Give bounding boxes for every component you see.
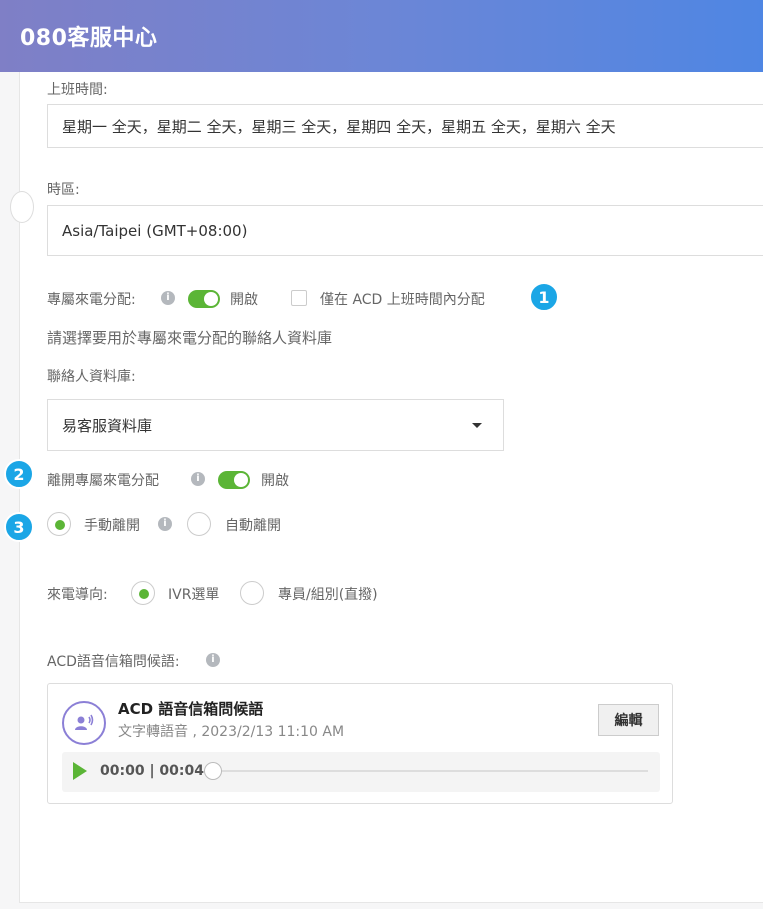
work-hours-label: 上班時間: (47, 82, 108, 98)
contact-db-label: 聯絡人資料庫: (47, 369, 136, 385)
header-bar: 080客服中心 (0, 0, 763, 72)
timezone-field[interactable]: Asia/Taipei (GMT+08:00) (47, 205, 763, 256)
info-icon[interactable]: i (206, 653, 220, 667)
exclusive-distribution-label: 專屬來電分配: (47, 292, 136, 308)
audio-scrubber[interactable] (204, 762, 222, 780)
side-collapse-handle[interactable] (10, 191, 34, 223)
routing-ivr-label: IVR選單 (168, 587, 220, 603)
play-icon[interactable] (73, 762, 87, 780)
leave-distribution-toggle[interactable] (218, 471, 250, 489)
exclusive-distribution-toggle[interactable] (188, 290, 220, 308)
caret-down-icon (472, 423, 482, 428)
greeting-title: ACD 語音信箱問候語 (118, 700, 264, 718)
greeting-subtitle: 文字轉語音 , 2023/2/13 11:10 AM (118, 724, 345, 740)
audio-time: 00:00 | 00:04 (100, 763, 204, 779)
acd-hours-only-checkbox[interactable] (291, 290, 307, 306)
step-badge-1: 1 (529, 282, 559, 312)
leave-distribution-label: 離開專屬來電分配 (47, 473, 159, 489)
app-title: 080客服中心 (20, 26, 158, 51)
auto-leave-radio[interactable] (187, 512, 211, 536)
routing-label: 來電導向: (47, 587, 108, 603)
step-badge-2: 2 (4, 459, 34, 489)
audio-player: 00:00 | 00:04 (62, 752, 660, 792)
voice-user-icon (62, 701, 106, 745)
leave-toggle-state: 開啟 (261, 473, 289, 489)
timezone-label: 時區: (47, 182, 80, 198)
contact-db-value: 易客服資料庫 (62, 416, 153, 435)
routing-direct-label: 專員/組別(直撥) (278, 587, 378, 603)
manual-leave-radio[interactable] (47, 512, 71, 536)
routing-direct-radio[interactable] (240, 581, 264, 605)
auto-leave-label: 自動離開 (225, 518, 281, 534)
info-icon[interactable]: i (158, 517, 172, 531)
info-icon[interactable]: i (191, 472, 205, 486)
acd-greeting-label: ACD語音信箱問候語: (47, 654, 180, 670)
info-icon[interactable]: i (161, 291, 175, 305)
work-hours-value: 星期一 全天，星期二 全天，星期三 全天，星期四 全天，星期五 全天，星期六 全… (62, 117, 616, 136)
acd-hours-only-label: 僅在 ACD 上班時間內分配 (320, 292, 485, 308)
step-badge-3: 3 (4, 512, 34, 542)
edit-button[interactable]: 編輯 (598, 704, 659, 736)
exclusive-toggle-state: 開啟 (230, 292, 258, 308)
timezone-value: Asia/Taipei (GMT+08:00) (62, 221, 248, 240)
acd-greeting-card: ACD 語音信箱問候語 文字轉語音 , 2023/2/13 11:10 AM 編… (47, 683, 673, 804)
audio-track[interactable] (210, 770, 648, 772)
manual-leave-label: 手動離開 (84, 518, 140, 534)
routing-ivr-radio[interactable] (131, 581, 155, 605)
contact-db-select[interactable]: 易客服資料庫 (47, 399, 504, 451)
work-hours-field[interactable]: 星期一 全天，星期二 全天，星期三 全天，星期四 全天，星期五 全天，星期六 全… (47, 104, 763, 148)
contact-db-hint: 請選擇要用於專屬來電分配的聯絡人資料庫 (47, 329, 333, 347)
